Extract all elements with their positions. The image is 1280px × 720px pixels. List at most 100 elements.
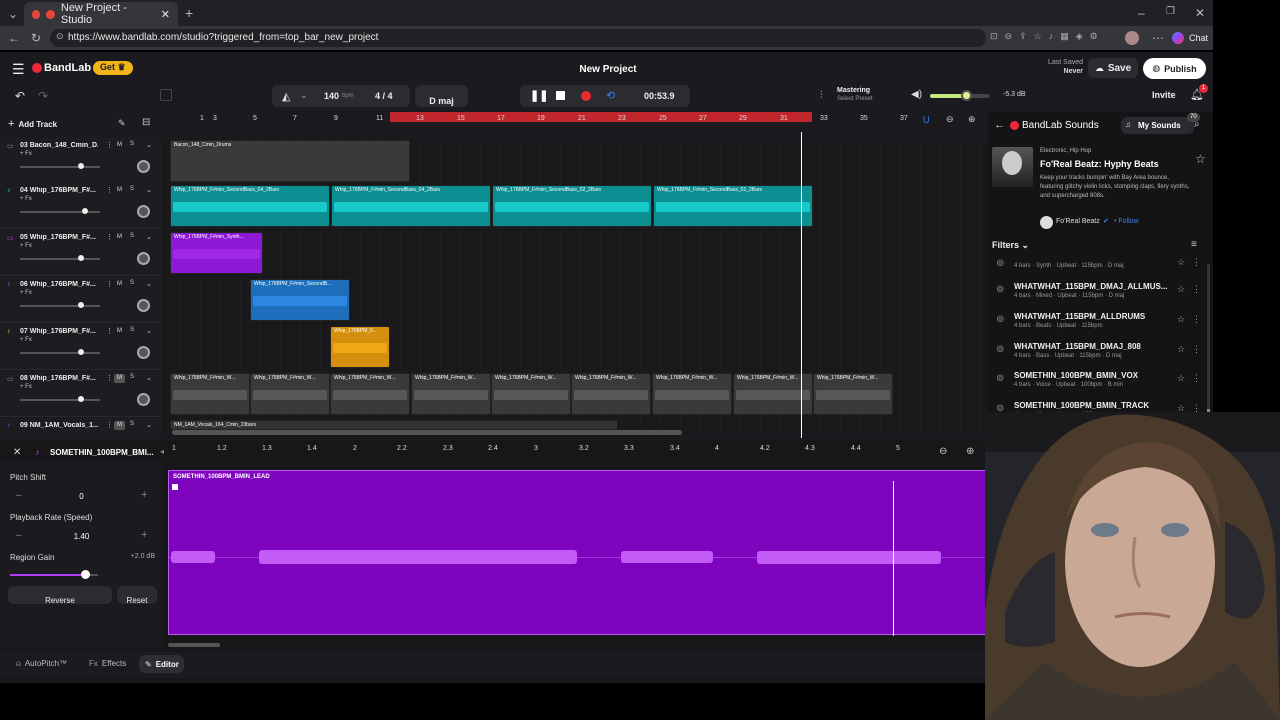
tab-list-icon[interactable]: ⌄ — [8, 8, 18, 20]
region-gain-slider[interactable] — [10, 570, 98, 579]
pack-title[interactable]: Fo'Real Beatz: Hyphy Beats — [1040, 159, 1159, 169]
playback-rate-stepper[interactable]: – 1.40 + — [8, 528, 155, 546]
close-editor-icon[interactable]: ✕ — [13, 447, 21, 458]
mic-icon[interactable]: ♪ — [1049, 31, 1054, 45]
bpm-value[interactable]: 140 — [324, 91, 339, 101]
pitch-shift-stepper[interactable]: – 0 + — [8, 488, 155, 506]
editor-ruler[interactable]: 1 1.2 1.3 1.4 2 2.2 2.3 2.4 3 3.2 3.3 3.4 4 4.2 4.3 4.4… — [168, 440, 928, 460]
audio-clip[interactable]: Whip_176BPM_F#min_SecondBass_04_2Bars — [170, 185, 330, 227]
reset-button[interactable]: Reset — [117, 586, 157, 605]
audio-clip[interactable]: Whip_176BPM_F#min_W... — [411, 373, 491, 415]
track-settings-icon[interactable]: ⊟ — [142, 117, 150, 128]
bandlab-logo[interactable]: BandLab — [44, 62, 91, 74]
menu-dots-icon[interactable]: ⋯ — [1152, 32, 1164, 44]
redo-icon[interactable]: ↷ — [38, 89, 48, 103]
volume-knob[interactable] — [961, 90, 972, 101]
editor-scrollbar[interactable] — [168, 643, 220, 647]
save-button[interactable]: ☁ Save — [1088, 58, 1138, 78]
master-volume-slider[interactable] — [930, 90, 990, 101]
pack-cover-image[interactable] — [992, 147, 1033, 187]
publish-button[interactable]: ◍ Publish — [1143, 58, 1206, 79]
editor-playhead[interactable] — [893, 481, 894, 636]
pencil-icon[interactable]: ✎ — [118, 118, 126, 129]
loop-icon[interactable]: ⟲ — [606, 89, 615, 102]
share-icon[interactable]: ⇪ — [1019, 31, 1027, 45]
audio-clip[interactable]: Whip_176BPM_F#min_W... — [652, 373, 732, 415]
play-preview-icon[interactable]: ⊚ — [996, 258, 1004, 269]
audio-clip[interactable]: Whip_176BPM_F#min_W... — [813, 373, 893, 415]
autopitch-tab[interactable]: ⍝ AutoPitch™ — [16, 659, 67, 669]
plus-icon[interactable]: + — [141, 529, 147, 541]
audio-clip[interactable]: Whip_176BPM_F#min_SecondB... — [250, 279, 350, 321]
reverse-button[interactable]: Reverse — [8, 586, 112, 605]
favorite-icon[interactable]: ☆ — [1177, 314, 1185, 325]
invite-button[interactable]: Invite — [1152, 90, 1176, 100]
sound-item[interactable]: ⊚ WHATWHAT_115BPM_DMAJ_808 4 bars · Bass ·… — [996, 340, 1208, 369]
extension-icon[interactable]: ▦ — [1060, 31, 1069, 45]
add-track-button[interactable]: + Add Track — [8, 118, 57, 130]
sound-menu-icon[interactable]: ⋮ — [1192, 257, 1201, 268]
sound-menu-icon[interactable]: ⋮ — [1192, 284, 1201, 295]
audio-clip[interactable]: Whip_176BPM_F#min_SecondBass_01_2Bars — [653, 185, 813, 227]
audio-clip[interactable]: Whip_176BPM_F#min_W... — [330, 373, 410, 415]
close-window-icon[interactable]: ✕ — [1195, 7, 1205, 19]
artist-avatar[interactable] — [1040, 216, 1053, 229]
search-icon[interactable]: ⌕ — [1194, 119, 1200, 130]
profile-avatar[interactable] — [1125, 31, 1139, 45]
mastering-button[interactable]: ⫶ Mastering Select Preset — [815, 84, 905, 108]
audio-clip[interactable]: Whip_176BPM_F#min_W... — [250, 373, 330, 415]
effects-tab[interactable]: Fx Effects — [89, 659, 126, 668]
site-info-icon[interactable]: ⊙ — [56, 32, 64, 41]
grid-icon[interactable] — [160, 89, 172, 101]
play-preview-icon[interactable]: ⊚ — [996, 344, 1004, 355]
time-signature[interactable]: 4 / 4 — [375, 91, 393, 101]
sound-item[interactable]: ⊚ SOMETHIN_100BPM_BMIN_VOX 4 bars · Voice … — [996, 369, 1208, 398]
magnet-icon[interactable]: U — [923, 115, 930, 125]
hamburger-menu-icon[interactable]: ☰ — [12, 61, 25, 78]
sound-menu-icon[interactable]: ⋮ — [1192, 344, 1201, 355]
editor-clip[interactable]: SOMETHIN_100BPM_BMIN_LEAD — [168, 470, 989, 636]
project-title[interactable]: New Project — [560, 64, 656, 75]
editor-zoom-out-icon[interactable]: ⊖ — [939, 446, 947, 457]
record-icon[interactable] — [581, 91, 591, 101]
timeline-ruler[interactable]: 1 3 5 7 9 11 13 15 17 19 21 23 25 27 29 31 33 35 37 U ⊖ ⊕ — [160, 112, 988, 128]
sound-menu-icon[interactable]: ⋮ — [1192, 314, 1201, 325]
editor-zoom-in-icon[interactable]: ⊕ — [966, 446, 974, 457]
my-sounds-button[interactable]: ♫ My Sounds — [1121, 117, 1194, 134]
key-selector[interactable]: D maj — [415, 85, 468, 107]
sound-menu-icon[interactable]: ⋮ — [1192, 373, 1201, 384]
stop-icon[interactable] — [556, 91, 565, 100]
bookmark-icon[interactable]: ☆ — [1034, 31, 1042, 45]
loop-region[interactable] — [390, 112, 812, 122]
zoom-in-icon[interactable]: ⊕ — [968, 114, 976, 125]
audio-clip[interactable]: Whip_176BPM_F#min_Synth... — [170, 232, 263, 274]
new-tab-icon[interactable]: + — [185, 6, 193, 20]
favorite-icon[interactable]: ☆ — [1177, 344, 1185, 355]
play-preview-icon[interactable]: ⊚ — [996, 373, 1004, 384]
metronome-dropdown-icon[interactable]: ⌄ — [300, 90, 308, 101]
get-membership-button[interactable]: Get ♛ — [93, 61, 133, 75]
minimize-icon[interactable]: – — [1138, 7, 1145, 19]
favorite-icon[interactable]: ☆ — [1177, 373, 1185, 384]
play-preview-icon[interactable]: ⊚ — [996, 284, 1004, 295]
back-icon[interactable]: ← — [8, 32, 20, 44]
audio-clip[interactable]: Whip_176BPM_F... — [330, 326, 390, 368]
undo-icon[interactable]: ↶ — [15, 89, 25, 103]
close-tab-icon[interactable]: ✕ — [161, 8, 170, 21]
chat-icon[interactable] — [1172, 32, 1184, 44]
volume-icon[interactable]: ◀) — [911, 89, 922, 100]
panel-scrollbar[interactable] — [1207, 264, 1210, 424]
follow-button[interactable]: • Follow — [1114, 218, 1139, 225]
sound-item[interactable]: ⊚ WHATWHAT_115BPM_DMAJ_ALLMUS... 4 bars · … — [996, 280, 1208, 309]
favorite-icon[interactable]: ☆ — [1177, 257, 1185, 268]
chat-button[interactable]: Chat — [1189, 33, 1208, 43]
install-icon[interactable]: ⊡ — [990, 31, 998, 45]
favorite-icon[interactable]: ☆ — [1177, 284, 1185, 295]
editor-collapse-icon[interactable]: ◂ — [160, 447, 164, 456]
play-preview-icon[interactable]: ⊚ — [996, 314, 1004, 325]
artist-name[interactable]: Fo'Real Beatz — [1056, 218, 1100, 225]
clip-handle[interactable] — [172, 484, 178, 490]
zoom-out-icon[interactable]: ⊖ — [946, 114, 954, 125]
address-bar[interactable]: https://www.bandlab.com/studio?triggered… — [50, 29, 986, 47]
audio-clip[interactable]: Whip_176BPM_F#min_W... — [571, 373, 651, 415]
